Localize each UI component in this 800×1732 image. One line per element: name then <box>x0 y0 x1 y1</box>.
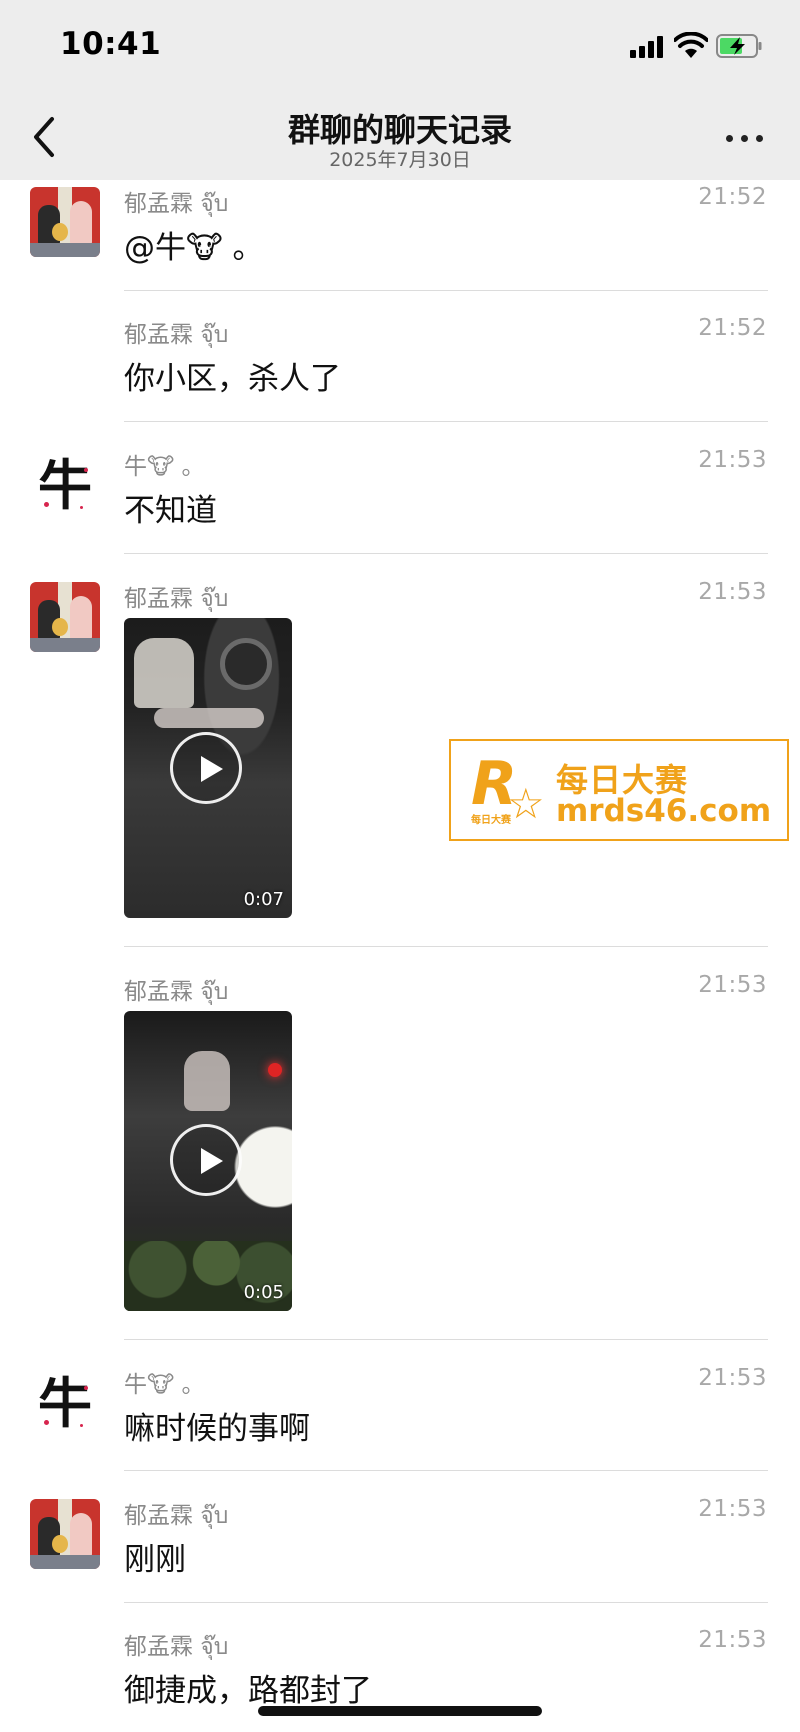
sender-name: 郁孟霖 จุ๊บ <box>124 191 229 217</box>
sender-name: 牛🐮 。 <box>124 1372 205 1398</box>
message-time: 21:53 <box>698 1496 767 1522</box>
avatar[interactable] <box>30 582 100 652</box>
page-subtitle-date: 2025年7月30日 <box>329 149 471 171</box>
video-thumbnail[interactable]: 0:05 <box>124 1011 292 1311</box>
status-bar: 10:41 <box>0 0 800 95</box>
message-time: 21:52 <box>698 184 767 210</box>
watermark-logo-small-text: 每日大赛 <box>471 815 511 826</box>
avatar[interactable] <box>30 187 100 257</box>
sender-name: 郁孟霖 จุ๊บ <box>124 322 229 348</box>
avatar[interactable] <box>30 1499 100 1569</box>
cellular-signal-icon <box>630 36 666 58</box>
avatar-ox-character: 牛 <box>38 453 92 517</box>
status-time: 10:41 <box>60 26 162 62</box>
message-text: 御捷成，路都封了 <box>124 1673 372 1709</box>
message-time: 21:52 <box>698 315 767 341</box>
message-text: 你小区，杀人了 <box>124 361 341 397</box>
divider <box>124 1339 768 1340</box>
message-text: 刚刚 <box>124 1542 186 1578</box>
video-duration: 0:05 <box>243 1282 284 1303</box>
play-icon[interactable] <box>170 1124 242 1196</box>
sender-name: 牛🐮 。 <box>124 454 205 480</box>
message-time: 21:53 <box>698 1365 767 1391</box>
message-time: 21:53 <box>698 447 767 473</box>
video-thumbnail[interactable]: 0:07 <box>124 618 292 918</box>
sender-name: 郁孟霖 จุ๊บ <box>124 586 229 612</box>
message-text: 嘛时候的事啊 <box>124 1411 310 1447</box>
message-time: 21:53 <box>698 972 767 998</box>
divider <box>124 553 768 554</box>
watermark-url: mrds46.com <box>556 793 772 829</box>
sender-name: 郁孟霖 จุ๊บ <box>124 1503 229 1529</box>
navigation-bar: 群聊的聊天记录 2025年7月30日 <box>0 95 800 180</box>
divider <box>124 421 768 422</box>
watermark-logo: R ☆ 每日大赛 <box>471 749 545 828</box>
avatar[interactable]: 牛 <box>30 1368 100 1438</box>
message-time: 21:53 <box>698 1627 767 1653</box>
divider <box>124 290 768 291</box>
message-text: @牛🐮 。 <box>124 230 264 266</box>
message-text: 不知道 <box>124 493 217 529</box>
play-icon[interactable] <box>170 732 242 804</box>
video-duration: 0:07 <box>243 889 284 910</box>
avatar[interactable]: 牛 <box>30 450 100 520</box>
wifi-icon <box>674 32 708 58</box>
avatar-ox-character: 牛 <box>38 1371 92 1435</box>
watermark-banner: R ☆ 每日大赛 每日大赛 mrds46.com <box>449 739 789 841</box>
sender-name: 郁孟霖 จุ๊บ <box>124 1634 229 1660</box>
home-indicator[interactable] <box>258 1706 542 1716</box>
battery-charging-icon <box>716 34 762 58</box>
divider <box>124 1470 768 1471</box>
divider <box>124 946 768 947</box>
divider <box>124 1602 768 1603</box>
sender-name: 郁孟霖 จุ๊บ <box>124 979 229 1005</box>
more-options-icon[interactable] <box>720 117 770 157</box>
star-icon: ☆ <box>507 779 545 828</box>
message-time: 21:53 <box>698 579 767 605</box>
